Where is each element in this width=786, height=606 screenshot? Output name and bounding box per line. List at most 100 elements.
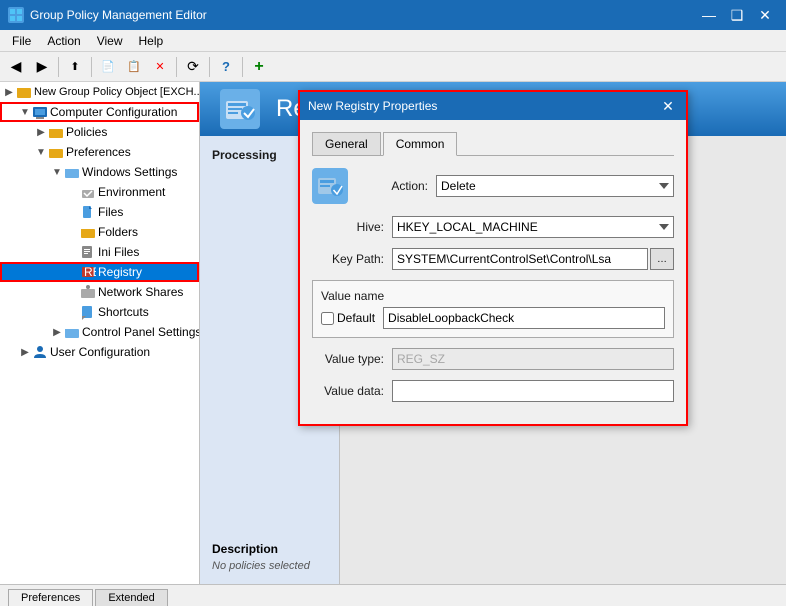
tree-icon-folders <box>80 224 96 240</box>
keypath-label: Key Path: <box>312 252 392 266</box>
tree-item-network-shares[interactable]: ▶ Network Shares <box>0 282 199 302</box>
default-checkbox-wrap: Default <box>321 311 375 325</box>
tab-extended[interactable]: Extended <box>95 589 167 606</box>
valuetype-label: Value type: <box>312 352 392 366</box>
menu-action[interactable]: Action <box>39 30 88 51</box>
keypath-input[interactable] <box>392 248 648 270</box>
svg-text:REG: REG <box>84 265 96 279</box>
tree-item-preferences[interactable]: ▼ Preferences <box>0 142 199 162</box>
keypath-control: … <box>392 248 674 270</box>
tree-item-files[interactable]: ▶ Files <box>0 202 199 222</box>
tree-item-environment[interactable]: ▶ Environment <box>0 182 199 202</box>
value-name-section-label: Value name <box>321 289 665 303</box>
toolbar-separator-3 <box>176 57 177 77</box>
delete-button[interactable]: ✕ <box>148 55 172 79</box>
menu-view[interactable]: View <box>89 30 131 51</box>
tree-item-registry[interactable]: ▶ REG Registry <box>0 262 199 282</box>
refresh-button[interactable]: ⟳ <box>181 55 205 79</box>
toolbar-separator-2 <box>91 57 92 77</box>
hive-select[interactable]: HKEY_LOCAL_MACHINE HKEY_CURRENT_USER HKE… <box>392 216 674 238</box>
tree-icon-network-shares <box>80 284 96 300</box>
tree-item-ini-files[interactable]: ▶ Ini Files <box>0 242 199 262</box>
tree-item-user-config[interactable]: ▶ User Configuration <box>0 342 199 362</box>
tree-icon-shortcuts <box>80 304 96 320</box>
window-controls: — ❑ ✕ <box>696 5 778 25</box>
menu-bar: File Action View Help <box>0 30 786 52</box>
dialog-title: New Registry Properties <box>308 99 658 113</box>
tree-item-folders[interactable]: ▶ Folders <box>0 222 199 242</box>
tree-item-windows-settings[interactable]: ▼ Windows Settings <box>0 162 199 182</box>
menu-file[interactable]: File <box>4 30 39 51</box>
action-select[interactable]: Create Replace Update Delete <box>436 175 674 197</box>
main-wrapper: ▶ New Group Policy Object [EXCH... ▼ Com… <box>0 82 786 606</box>
tree-item-control-panel[interactable]: ▶ Control Panel Settings <box>0 322 199 342</box>
tree-icon-user-config <box>32 344 48 360</box>
tree-item-shortcuts[interactable]: ▶ Shortcuts <box>0 302 199 322</box>
tree-icon-ini <box>80 244 96 260</box>
action-form-row: Action: Create Replace Update Delete <box>356 175 674 197</box>
toolbar: ◀ ▶ ⬆ 📄 📋 ✕ ⟳ ? + <box>0 52 786 82</box>
copy-button[interactable]: 📋 <box>122 55 146 79</box>
tab-common[interactable]: Common <box>383 132 458 156</box>
add-button[interactable]: + <box>247 55 271 79</box>
tab-preferences[interactable]: Preferences <box>8 589 93 606</box>
tree-item-computer[interactable]: ▼ Computer Configuration <box>0 102 199 122</box>
action-control: Create Replace Update Delete <box>436 175 674 197</box>
default-label: Default <box>337 311 375 325</box>
forward-button[interactable]: ▶ <box>30 55 54 79</box>
minimize-button[interactable]: — <box>696 5 722 25</box>
tree-label-control-panel: Control Panel Settings <box>82 325 200 339</box>
tree-label-shortcuts: Shortcuts <box>98 305 149 319</box>
tree-icon-environment <box>80 184 96 200</box>
tree-toggle-root[interactable]: ▶ <box>2 87 16 98</box>
tab-bar: Preferences Extended <box>0 584 786 606</box>
browse-button[interactable]: … <box>650 248 674 270</box>
menu-help[interactable]: Help <box>131 30 172 51</box>
restore-button[interactable]: ❑ <box>724 5 750 25</box>
dialog-titlebar: New Registry Properties ✕ <box>300 92 686 120</box>
tree-label-ini-files: Ini Files <box>98 245 139 259</box>
tree-item-policies[interactable]: ▶ Policies <box>0 122 199 142</box>
tree-toggle-preferences[interactable]: ▼ <box>34 147 48 158</box>
tab-general[interactable]: General <box>312 132 381 155</box>
valuetype-select: REG_SZ <box>392 348 674 370</box>
value-name-input[interactable] <box>383 307 665 329</box>
dialog-close-button[interactable]: ✕ <box>658 96 678 116</box>
close-button[interactable]: ✕ <box>752 5 778 25</box>
tree-icon-registry: REG <box>80 264 96 280</box>
title-bar: Group Policy Management Editor — ❑ ✕ <box>0 0 786 30</box>
valuedata-label: Value data: <box>312 384 392 398</box>
tree-toggle-control-panel[interactable]: ▶ <box>50 327 64 338</box>
tree-label-preferences: Preferences <box>66 145 131 159</box>
valuedata-control <box>392 380 674 402</box>
up-button[interactable]: ⬆ <box>63 55 87 79</box>
action-label: Action: <box>356 179 436 193</box>
tree-item-root[interactable]: ▶ New Group Policy Object [EXCH... <box>0 82 199 102</box>
tree-label-user-config: User Configuration <box>50 345 150 359</box>
tree-toggle-user-config[interactable]: ▶ <box>18 347 32 358</box>
tree-label-registry: Registry <box>98 265 142 279</box>
tree-toggle-windows-settings[interactable]: ▼ <box>50 167 64 178</box>
valuetype-control: REG_SZ <box>392 348 674 370</box>
help-toolbar-button[interactable]: ? <box>214 55 238 79</box>
hive-control: HKEY_LOCAL_MACHINE HKEY_CURRENT_USER HKE… <box>392 216 674 238</box>
tree-label-computer: Computer Configuration <box>50 105 177 119</box>
tree-icon-preferences <box>48 144 64 160</box>
tree-label-folders: Folders <box>98 225 138 239</box>
default-checkbox[interactable] <box>321 312 334 325</box>
toolbar-separator-4 <box>209 57 210 77</box>
keypath-form-row: Key Path: … <box>312 248 674 270</box>
value-name-row: Default <box>321 307 665 329</box>
tree-label-network-shares: Network Shares <box>98 285 183 299</box>
action-icon <box>312 168 348 204</box>
tree-toggle-computer[interactable]: ▼ <box>18 107 32 118</box>
tree-icon-files <box>80 204 96 220</box>
show-hide-button[interactable]: 📄 <box>96 55 120 79</box>
hive-label: Hive: <box>312 220 392 234</box>
back-button[interactable]: ◀ <box>4 55 28 79</box>
valuedata-input[interactable] <box>392 380 674 402</box>
tree-toggle-policies[interactable]: ▶ <box>34 127 48 138</box>
tree-icon-root <box>16 84 32 100</box>
dialog-tabs: General Common <box>312 132 674 156</box>
tree-icon-control-panel <box>64 324 80 340</box>
